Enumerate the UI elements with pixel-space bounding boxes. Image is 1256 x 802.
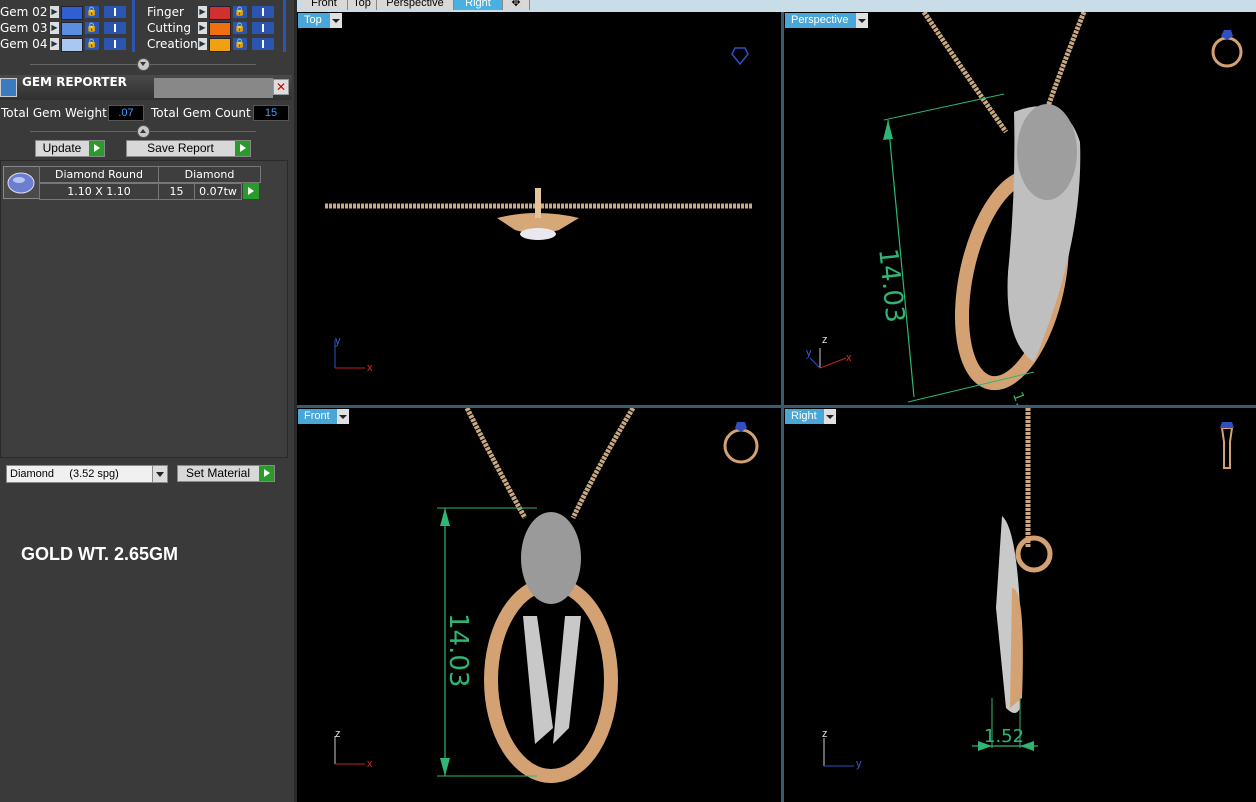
axis-y-label: y: [856, 758, 862, 770]
visibility-toggle[interactable]: [104, 22, 126, 34]
viewport-right[interactable]: Right 1.52 z y: [784, 408, 1256, 802]
top-view-render: [325, 47, 753, 369]
layer-label: Creation: [147, 37, 198, 51]
view-tab-bar: Front Top Perspective Right ✥: [297, 0, 1256, 12]
left-panel: Gem 02 ▶ 🔒 Gem 03 ▶ 🔒 Gem 04 ▶ 🔒 Finger …: [0, 0, 294, 802]
gem-size: 1.10 X 1.10: [39, 183, 159, 200]
lock-icon[interactable]: 🔒: [233, 6, 247, 18]
viewport-splitter-horizontal[interactable]: [297, 405, 1256, 408]
expand-arrow-icon[interactable]: ▶: [198, 6, 207, 18]
add-tab-icon[interactable]: ✥: [503, 0, 530, 10]
save-report-label: Save Report: [147, 141, 214, 155]
visibility-toggle[interactable]: [252, 22, 274, 34]
expand-arrow-icon[interactable]: ▶: [50, 6, 59, 18]
expand-arrow-icon[interactable]: ▶: [50, 38, 59, 50]
total-gem-weight-value: .07: [108, 105, 144, 121]
axis-x-label: x: [846, 352, 852, 364]
layer-label: Gem 04: [0, 37, 48, 51]
gold-weight-note: GOLD WT. 2.65GM: [21, 544, 179, 564]
gem-count: 15: [158, 183, 195, 200]
visibility-toggle[interactable]: [104, 6, 126, 18]
header-bar: [154, 78, 273, 98]
layer-color-swatch[interactable]: [209, 22, 231, 36]
layer-label: Finger: [147, 5, 184, 19]
axis-x-label: x: [367, 758, 373, 770]
lock-icon[interactable]: 🔒: [85, 38, 99, 50]
save-report-button[interactable]: Save Report: [126, 140, 251, 157]
tab-front[interactable]: Front: [301, 0, 348, 10]
layer-scrollbar[interactable]: [132, 0, 135, 52]
layer-color-swatch[interactable]: [61, 38, 83, 52]
layer-row-creation[interactable]: Creation ▶ 🔒: [147, 37, 282, 52]
gem-list: Diamond Round 1.10 X 1.10 Diamond 15 0.0…: [0, 160, 288, 458]
axis-z-label: z: [822, 728, 828, 740]
set-material-button[interactable]: Set Material: [177, 465, 275, 482]
material-select-value: Diamond (3.52 spg): [10, 468, 119, 480]
layer-label: Cutting: [147, 21, 191, 35]
layer-color-swatch[interactable]: [61, 6, 83, 20]
layer-label: Gem 02: [0, 5, 48, 19]
axis-z-label: z: [822, 334, 828, 346]
expand-arrow-icon[interactable]: ▶: [50, 22, 59, 34]
collapse-toggle-icon[interactable]: [137, 58, 150, 71]
play-icon: [248, 187, 254, 195]
material-select[interactable]: Diamond (3.52 spg): [6, 465, 168, 483]
layer-row-gem-03[interactable]: Gem 03 ▶ 🔒: [0, 21, 130, 36]
tab-perspective[interactable]: Perspective: [377, 0, 454, 10]
axis-y-label: y: [335, 335, 341, 347]
tab-right[interactable]: Right: [454, 0, 503, 10]
update-label: Update: [42, 141, 82, 155]
play-icon: [235, 141, 250, 156]
layer-label: Gem 03: [0, 21, 48, 35]
gem-reporter-icon: [0, 78, 17, 97]
gem-thumbnail[interactable]: [3, 166, 40, 199]
visibility-toggle[interactable]: [104, 38, 126, 50]
play-icon: [89, 141, 104, 156]
axis-y-label: y: [806, 347, 812, 359]
play-icon: [259, 466, 274, 481]
layer-color-swatch[interactable]: [209, 6, 231, 20]
total-gem-count-label: Total Gem Count: [151, 106, 251, 120]
lock-icon[interactable]: 🔒: [85, 6, 99, 18]
gem-weight: 0.07tw: [194, 183, 242, 200]
axis-z-label: z: [335, 728, 341, 740]
dimension-label: 14.03: [443, 613, 473, 688]
total-gem-count-value: 15: [253, 105, 289, 121]
visibility-toggle[interactable]: [252, 38, 274, 50]
collapse-toggle-icon[interactable]: [137, 125, 150, 138]
visibility-toggle[interactable]: [252, 6, 274, 18]
expand-arrow-icon[interactable]: ▶: [198, 22, 207, 34]
lock-icon[interactable]: 🔒: [233, 22, 247, 34]
axis-x-label: x: [367, 362, 373, 374]
perspective-view-render: [809, 12, 1243, 403]
total-gem-weight-label: Total Gem Weight: [1, 106, 107, 120]
layer-row-gem-04[interactable]: Gem 04 ▶ 🔒: [0, 37, 130, 52]
gem-shape-header: Diamond Round: [39, 166, 159, 183]
viewport-front[interactable]: Front 14.03 z x: [297, 408, 781, 802]
tab-top[interactable]: Top: [348, 0, 377, 10]
chevron-down-icon[interactable]: [152, 466, 167, 482]
layer-color-swatch[interactable]: [209, 38, 231, 52]
update-button[interactable]: Update: [35, 140, 105, 157]
dimension-label: 1.52: [984, 726, 1025, 747]
viewport-perspective[interactable]: Perspective 14.03 1.52 z x y: [784, 12, 1256, 405]
gem-material-header: Diamond: [158, 166, 261, 183]
gem-row-action-button[interactable]: [243, 183, 259, 199]
expand-arrow-icon[interactable]: ▶: [198, 38, 207, 50]
lock-icon[interactable]: 🔒: [85, 22, 99, 34]
close-icon[interactable]: ✕: [273, 79, 289, 95]
layer-scrollbar[interactable]: [283, 0, 286, 52]
front-view-render: [334, 408, 759, 783]
gem-reporter-title: GEM REPORTER: [22, 75, 127, 89]
layer-row-gem-02[interactable]: Gem 02 ▶ 🔒: [0, 5, 130, 20]
layer-row-cutting[interactable]: Cutting ▶ 🔒: [147, 21, 282, 36]
viewport-top[interactable]: Top y x: [297, 12, 781, 405]
layer-color-swatch[interactable]: [61, 22, 83, 36]
set-material-label: Set Material: [185, 466, 251, 480]
lock-icon[interactable]: 🔒: [233, 38, 247, 50]
layer-row-finger[interactable]: Finger ▶ 🔒: [147, 5, 282, 20]
